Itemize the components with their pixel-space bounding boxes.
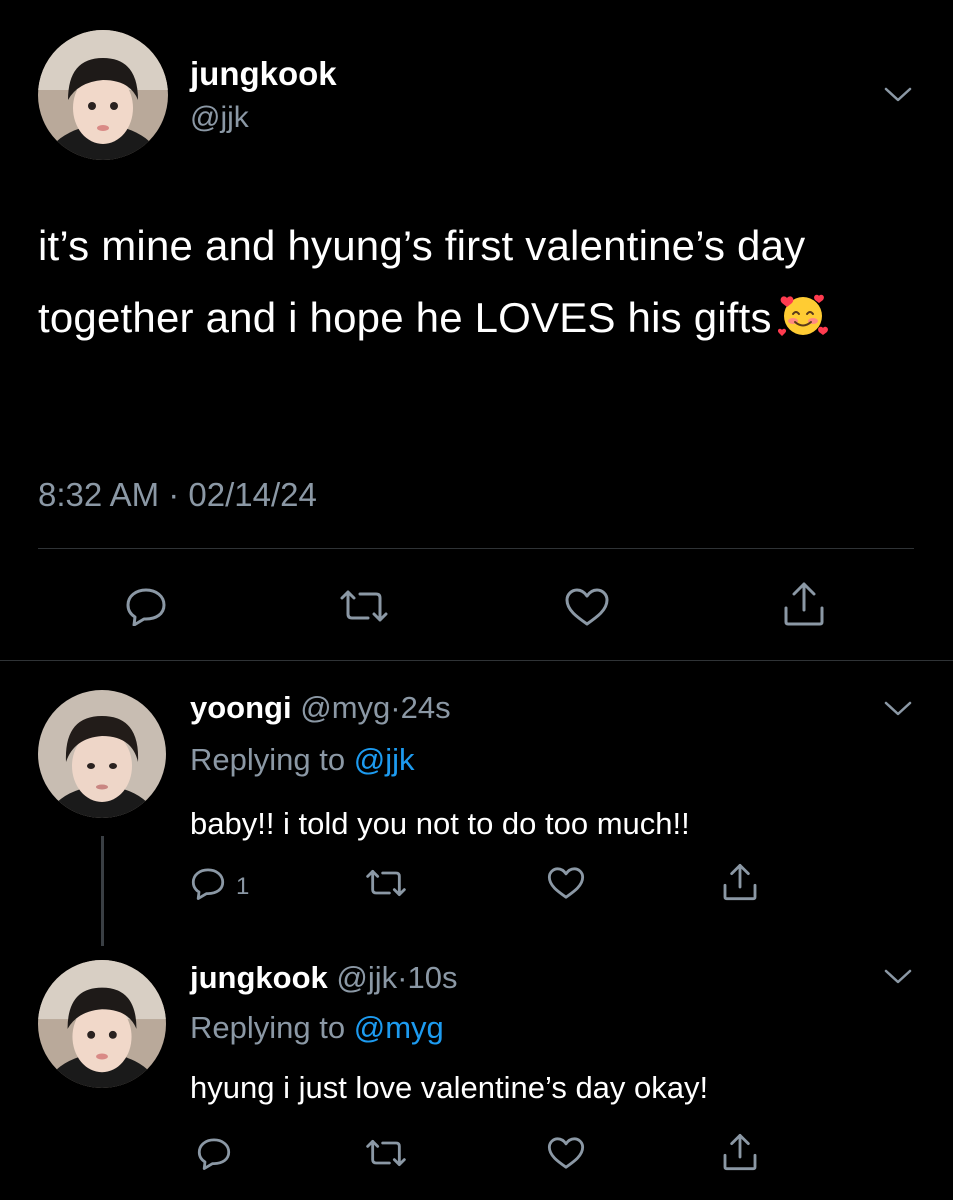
reply-handle[interactable]: @jjk xyxy=(336,960,397,995)
replying-to-link[interactable]: @myg xyxy=(354,1010,444,1045)
chevron-down-icon[interactable] xyxy=(883,968,913,986)
reply-icon[interactable] xyxy=(190,866,226,900)
reply-handle[interactable]: @myg xyxy=(300,690,390,725)
user-handle[interactable]: @jjk xyxy=(190,101,249,135)
replying-prefix: Replying to xyxy=(190,1010,346,1045)
reply-header: yoongi @myg·24s xyxy=(190,690,451,726)
chevron-down-icon[interactable] xyxy=(883,700,913,718)
retweet-icon[interactable] xyxy=(364,868,408,898)
separator-dot: · xyxy=(390,690,401,725)
replying-to-link[interactable]: @jjk xyxy=(354,742,415,777)
tweet-timestamp[interactable]: 8:32 AM · 02/14/24 xyxy=(38,476,317,514)
thread-line xyxy=(101,836,104,946)
divider xyxy=(38,548,914,549)
smiling-face-with-hearts-icon xyxy=(777,290,828,340)
retweet-icon[interactable] xyxy=(338,588,390,624)
like-icon[interactable] xyxy=(563,587,611,627)
tweet-text-content: it’s mine and hyung’s first valentine’s … xyxy=(38,222,806,341)
reply-time[interactable]: 10s xyxy=(407,960,457,995)
reply-count: 1 xyxy=(236,873,250,900)
reply-icon[interactable] xyxy=(196,1136,232,1170)
replying-to: Replying to @myg xyxy=(190,1010,444,1046)
avatar-yoongi[interactable] xyxy=(38,690,166,818)
reply-time[interactable]: 24s xyxy=(401,690,451,725)
reply-text: baby!! i told you not to do too much!! xyxy=(190,806,690,841)
share-icon[interactable] xyxy=(720,862,760,902)
replying-to: Replying to @jjk xyxy=(190,742,414,778)
like-icon[interactable] xyxy=(546,866,586,900)
reply-display-name[interactable]: jungkook xyxy=(190,960,328,995)
chevron-down-icon[interactable] xyxy=(883,86,913,104)
reply-icon[interactable] xyxy=(124,586,168,626)
tweet-text: it’s mine and hyung’s first valentine’s … xyxy=(38,210,918,354)
divider xyxy=(0,660,953,661)
reply-display-name[interactable]: yoongi xyxy=(190,690,292,725)
share-icon[interactable] xyxy=(720,1132,760,1172)
retweet-icon[interactable] xyxy=(364,1138,408,1168)
share-icon[interactable] xyxy=(780,580,828,628)
reply-text: hyung i just love valentine’s day okay! xyxy=(190,1070,709,1105)
reply-header: jungkook @jjk·10s xyxy=(190,960,457,996)
separator-dot: · xyxy=(397,960,408,995)
avatar-jungkook[interactable] xyxy=(38,960,166,1088)
avatar-jungkook[interactable] xyxy=(38,30,168,160)
like-icon[interactable] xyxy=(546,1136,586,1170)
replying-prefix: Replying to xyxy=(190,742,346,777)
display-name[interactable]: jungkook xyxy=(190,55,337,93)
